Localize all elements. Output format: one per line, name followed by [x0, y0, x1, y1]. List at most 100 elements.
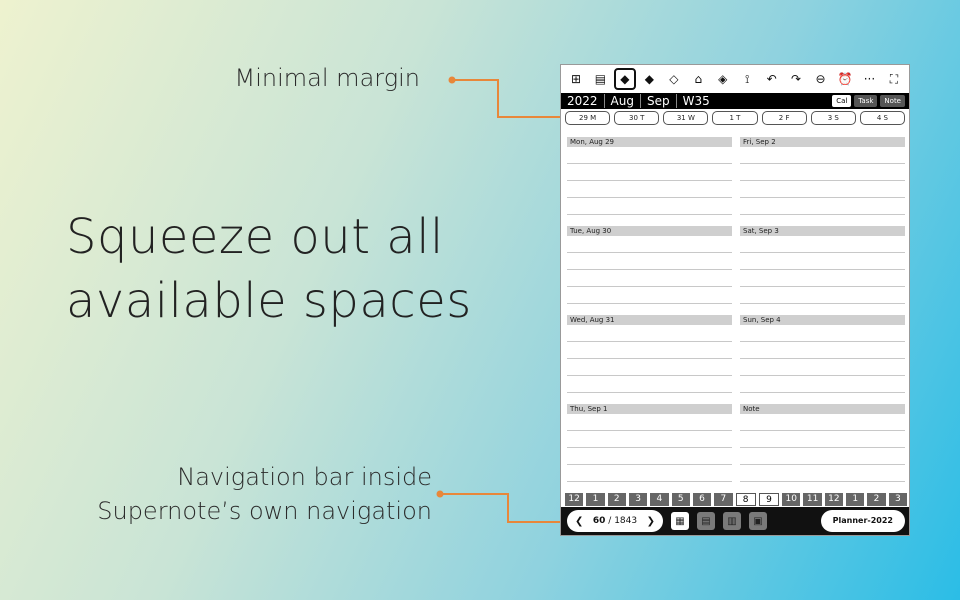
tab-note[interactable]: Note	[880, 95, 905, 107]
ruled-line	[567, 341, 732, 342]
day-tab[interactable]: 2 F	[761, 111, 807, 125]
pen-alt-icon[interactable]: ◆	[638, 68, 660, 90]
day-tab[interactable]: 4 S	[859, 111, 905, 125]
eraser-icon[interactable]: ◈	[712, 68, 734, 90]
alarm-icon[interactable]: ⏰	[834, 68, 856, 90]
day-cell-header: Thu, Sep 1	[567, 404, 732, 414]
ruled-line	[740, 375, 905, 376]
more-icon[interactable]: ···	[858, 68, 880, 90]
callout-nav-line-1: Navigation bar inside	[177, 463, 432, 491]
lasso-icon[interactable]: ⟟	[736, 68, 758, 90]
month-strip: 12 1 2 3 4 5 6 7 8 9 10 11 12 1 2 3	[565, 492, 907, 506]
ruled-line	[740, 180, 905, 181]
day-tab[interactable]: 31 W	[663, 111, 709, 125]
ruled-line	[567, 303, 732, 304]
month-link-sep[interactable]: Sep	[641, 94, 677, 108]
day-cell[interactable]: Mon, Aug 29	[567, 137, 732, 225]
prev-page-icon[interactable]: ❮	[575, 516, 583, 527]
layout-grid-icon[interactable]: ⊞	[565, 68, 587, 90]
planner-button[interactable]: Planner-2022	[820, 510, 905, 532]
month-number[interactable]: 1	[586, 492, 605, 506]
month-number[interactable]: 1	[846, 492, 865, 506]
marker-icon[interactable]: ◇	[663, 68, 685, 90]
next-page-icon[interactable]: ❯	[647, 516, 655, 527]
ruled-line	[567, 269, 732, 270]
day-cell[interactable]: Fri, Sep 2	[740, 137, 905, 225]
month-number[interactable]: 4	[650, 492, 669, 506]
ruled-line	[740, 392, 905, 393]
ruled-line	[567, 430, 732, 431]
headline-line-1: Squeeze out all	[66, 209, 444, 265]
month-number[interactable]: 2	[607, 492, 626, 506]
ruled-line	[740, 197, 905, 198]
month-number[interactable]: 8	[735, 492, 756, 506]
ruled-line	[567, 197, 732, 198]
day-cell[interactable]: Wed, Aug 31	[567, 315, 732, 403]
year-link[interactable]: 2022	[565, 94, 605, 108]
day-cell[interactable]: Tue, Aug 30	[567, 226, 732, 314]
redo-icon[interactable]: ↷	[785, 68, 807, 90]
ruled-line	[567, 464, 732, 465]
day-cell[interactable]: Sat, Sep 3	[740, 226, 905, 314]
month-number[interactable]: 6	[692, 492, 712, 506]
tab-task[interactable]: Task	[854, 95, 878, 107]
month-number[interactable]: 3	[628, 492, 648, 506]
ruled-line	[740, 252, 905, 253]
month-number[interactable]: 11	[803, 492, 822, 506]
day-tab[interactable]: 1 T	[712, 111, 758, 125]
pager: ❮ 60 / 1843 ❯	[567, 510, 663, 532]
month-number[interactable]: 7	[714, 492, 733, 506]
day-tab[interactable]: 30 T	[614, 111, 660, 125]
planner-device: ⊞ ▤ ◆ ◆ ◇ ⌂ ◈ ⟟ ↶ ↷ ⊖ ⏰ ··· ⛶ 2022 Aug Sep W35 Cal Ta…	[560, 64, 910, 536]
connector-margin	[452, 79, 560, 118]
page-indicator[interactable]: 60 / 1843	[593, 516, 637, 526]
day-cell-header: Fri, Sep 2	[740, 137, 905, 147]
ruled-line	[740, 269, 905, 270]
month-number[interactable]: 12	[824, 492, 844, 506]
list-view-icon[interactable]: ▤	[589, 68, 611, 90]
day-cell-header: Sun, Sep 4	[740, 315, 905, 325]
connector-dot-nav	[436, 490, 444, 498]
week-link[interactable]: W35	[677, 94, 716, 108]
month-number[interactable]: 12	[565, 492, 584, 506]
day-cell[interactable]: Thu, Sep 1	[567, 404, 732, 492]
month-number[interactable]: 2	[867, 492, 886, 506]
month-number[interactable]: 5	[671, 492, 690, 506]
highlighter-icon[interactable]: ⌂	[687, 68, 709, 90]
ruled-line	[567, 375, 732, 376]
toolbar: ⊞ ▤ ◆ ◆ ◇ ⌂ ◈ ⟟ ↶ ↷ ⊖ ⏰ ··· ⛶	[561, 65, 909, 93]
headline: Squeeze out all available spaces	[66, 205, 472, 333]
ruled-line	[567, 180, 732, 181]
ruled-line	[567, 392, 732, 393]
clipboard-icon[interactable]: ▤	[697, 512, 715, 530]
ruled-line	[740, 341, 905, 342]
day-tab[interactable]: 29 M	[565, 111, 611, 125]
day-cell[interactable]: Note	[740, 404, 905, 492]
month-number[interactable]: 3	[888, 492, 907, 506]
ruled-line	[567, 163, 732, 164]
page-total: / 1843	[608, 516, 638, 526]
pen-icon[interactable]: ◆	[613, 68, 636, 90]
day-strip: 29 M 30 T 31 W1 T2 F3 S4 S	[561, 109, 909, 127]
clipboard-list-icon[interactable]: ▥	[723, 512, 741, 530]
back-circle-icon[interactable]: ⊖	[810, 68, 832, 90]
ruled-line	[740, 464, 905, 465]
ruled-line	[740, 286, 905, 287]
fullscreen-icon[interactable]: ⛶	[883, 68, 905, 90]
ruled-line	[567, 286, 732, 287]
ruled-line	[740, 430, 905, 431]
calendar-star-icon[interactable]: ▣	[749, 512, 767, 530]
month-number[interactable]: 10	[782, 492, 801, 506]
tab-cal[interactable]: Cal	[832, 95, 852, 107]
connector-dot-margin	[448, 76, 456, 84]
day-tab[interactable]: 3 S	[810, 111, 856, 125]
month-link-aug[interactable]: Aug	[605, 94, 641, 108]
calendar-clock-icon[interactable]: ▦	[671, 512, 689, 530]
ruled-line	[567, 252, 732, 253]
connector-nav	[440, 493, 560, 523]
navigation-bar: ❮ 60 / 1843 ❯ ▦ ▤ ▥ ▣ Planner-2022	[561, 507, 909, 535]
day-cell[interactable]: Sun, Sep 4	[740, 315, 905, 403]
month-number[interactable]: 9	[758, 492, 780, 506]
undo-icon[interactable]: ↶	[761, 68, 783, 90]
ruled-line	[567, 214, 732, 215]
